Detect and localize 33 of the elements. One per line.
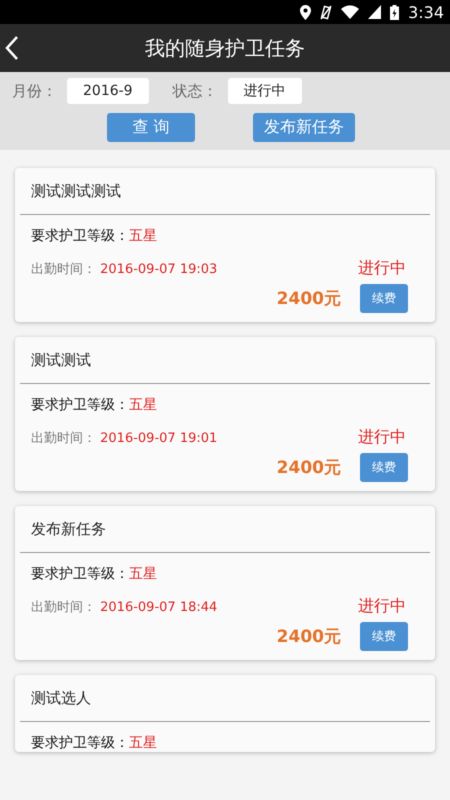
wifi-icon xyxy=(341,5,360,19)
back-icon[interactable] xyxy=(5,36,19,60)
page-title: 我的随身护卫任务 xyxy=(145,34,305,62)
task-card[interactable]: 测试选人 要求护卫等级：五星 xyxy=(15,675,435,752)
location-icon xyxy=(300,4,312,20)
task-price: 2400元 xyxy=(276,288,341,310)
guard-level: 要求护卫等级：五星 xyxy=(30,565,158,583)
shift-time: 出勤时间： 2016-09-07 19:01 xyxy=(31,430,218,446)
task-price: 2400元 xyxy=(276,626,341,648)
task-status: 进行中 xyxy=(358,596,406,617)
task-price: 2400元 xyxy=(276,457,341,479)
filter-label: 月份： xyxy=(12,82,57,100)
task-card[interactable]: 发布新任务 要求护卫等级：五星 出勤时间： 2016-09-07 18:44 进行中 2400元 续费 xyxy=(15,506,435,660)
shift-time: 出勤时间： 2016-09-07 18:44 xyxy=(31,598,218,616)
shift-time: 出勤时间： 2016-09-07 19:03 xyxy=(31,260,218,278)
status-time: 3:34 xyxy=(408,2,444,22)
task-card[interactable]: 测试测试 要求护卫等级：五星 出勤时间： 2016-09-07 19:01 进行中 2400元 续费 xyxy=(15,337,435,491)
task-status: 进行中 xyxy=(358,427,406,448)
guard-level: 要求护卫等级：五星 xyxy=(30,396,158,414)
filter-field[interactable]: 进行中 xyxy=(228,78,302,104)
guard-level: 要求护卫等级：五星 xyxy=(30,734,158,752)
task-title: 测试选人 xyxy=(20,675,430,722)
task-status: 进行中 xyxy=(358,258,406,279)
task-title: 测试测试 xyxy=(20,337,430,384)
task-card[interactable]: 测试测试测试 要求护卫等级：五星 出勤时间： 2016-09-07 19:03 进行中 2400元 续费 xyxy=(15,168,435,322)
vibrate-off-icon xyxy=(320,4,332,20)
task-title: 发布新任务 xyxy=(20,506,430,553)
signal-icon xyxy=(368,5,382,19)
guard-level: 要求护卫等级：五星 xyxy=(30,227,158,245)
filter-label: 状态： xyxy=(172,82,218,100)
filter-field[interactable]: 2016-9 xyxy=(67,78,149,104)
task-title: 测试测试测试 xyxy=(20,168,430,215)
battery-icon xyxy=(390,4,400,20)
